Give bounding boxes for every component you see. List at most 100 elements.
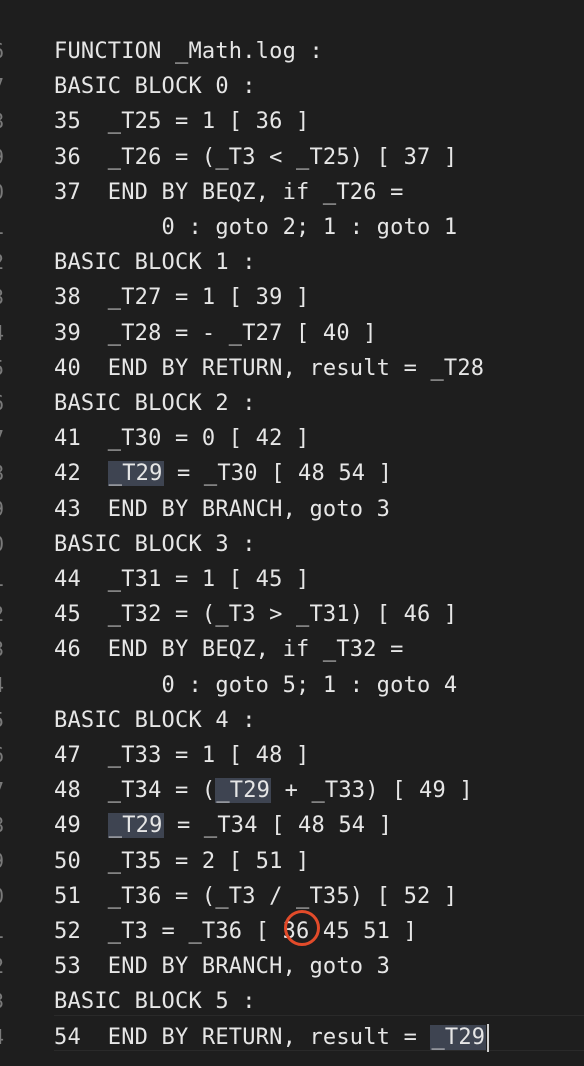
line-number: 0 — [0, 175, 12, 210]
code-line[interactable]: 2 53 END BY BRANCH, goto 3 — [0, 949, 584, 984]
line-number: 9 — [0, 492, 12, 527]
code-line[interactable]: 9 43 END BY BRANCH, goto 3 — [0, 492, 584, 527]
code-text: 37 END BY BEQZ, if _T26 = — [54, 179, 404, 205]
line-number: 1 — [0, 914, 12, 949]
code-segment: + _T33) [ 49 ] — [271, 778, 473, 804]
line-number: 9 — [0, 844, 12, 879]
code-segment: = _T30 [ 48 54 ] — [163, 461, 393, 487]
code-line[interactable]: 7 48 _T34 = (_T29 + _T33) [ 49 ] — [0, 773, 584, 808]
code-text: 42 _T29 = _T30 [ 48 54 ] — [54, 456, 392, 491]
code-text: BASIC BLOCK 0 : — [54, 74, 256, 100]
annotation-circle — [284, 910, 320, 946]
line-number: 3 — [0, 984, 12, 1019]
code-line[interactable]: 5 40 END BY RETURN, result = _T28 — [0, 351, 584, 386]
code-line[interactable]: 8 35 _T25 = 1 [ 36 ] — [0, 104, 584, 139]
code-text: BASIC BLOCK 1 : — [54, 250, 256, 276]
code-line[interactable]: 4 39 _T28 = - _T27 [ 40 ] — [0, 316, 584, 351]
line-number: 8 — [0, 808, 12, 843]
code-text: 36 _T26 = (_T3 < _T25) [ 37 ] — [54, 144, 458, 170]
code-line[interactable]: 6 47 _T33 = 1 [ 48 ] — [0, 738, 584, 773]
code-text: 51 _T36 = (_T3 / _T35) [ 52 ] — [54, 883, 458, 909]
code-text: 38 _T27 = 1 [ 39 ] — [54, 285, 310, 311]
code-text: 41 _T30 = 0 [ 42 ] — [54, 426, 310, 452]
code-text: 35 _T25 = 1 [ 36 ] — [54, 109, 310, 135]
code-line[interactable]: 3 BASIC BLOCK 5 : — [0, 984, 584, 1019]
line-number: 4 — [0, 1020, 12, 1055]
code-text: 47 _T33 = 1 [ 48 ] — [54, 743, 310, 768]
line-number: 0 — [0, 527, 12, 562]
line-number: 5 — [0, 351, 12, 386]
code-line[interactable]: 4 54 END BY RETURN, result = _T29 — [0, 1020, 584, 1055]
line-number: 2 — [0, 245, 12, 280]
line-number: 1 — [0, 562, 12, 597]
code-text: 50 _T35 = 2 [ 51 ] — [54, 848, 310, 874]
code-segment: 42 — [54, 461, 108, 487]
code-line[interactable]: 4 0 : goto 5; 1 : goto 4 — [0, 668, 584, 703]
line-number: 8 — [0, 456, 12, 491]
code-line[interactable]: 7 41 _T30 = 0 [ 42 ] — [0, 421, 584, 456]
code-text: 48 _T34 = (_T29 + _T33) [ 49 ] — [54, 773, 473, 808]
line-number: 1 — [0, 210, 12, 245]
line-number: 9 — [0, 140, 12, 175]
code-text: 0 : goto 5; 1 : goto 4 — [54, 672, 458, 698]
code-line[interactable]: 9 36 _T26 = (_T3 < _T25) [ 37 ] — [0, 140, 584, 175]
code-line[interactable]: 1 0 : goto 2; 1 : goto 1 — [0, 210, 584, 245]
code-text: FUNCTION _Math.log : — [54, 39, 323, 64]
line-number: 7 — [0, 773, 12, 808]
line-number: 3 — [0, 280, 12, 315]
code-segment: 48 _T34 = ( — [54, 778, 216, 804]
line-number: 5 — [0, 703, 12, 738]
code-text: BASIC BLOCK 4 : — [54, 707, 256, 733]
code-text: 43 END BY BRANCH, goto 3 — [54, 496, 391, 522]
code-line[interactable]: 6 FUNCTION _Math.log : — [0, 34, 584, 69]
code-text: BASIC BLOCK 3 : — [54, 531, 256, 557]
code-text: 54 END BY RETURN, result = _T29 — [54, 1020, 490, 1055]
code-line[interactable]: 6 BASIC BLOCK 2 : — [0, 386, 584, 421]
text-cursor — [487, 1023, 490, 1052]
code-text: BASIC BLOCK 2 : — [54, 391, 256, 416]
code-line[interactable]: 2 BASIC BLOCK 1 : — [0, 245, 584, 280]
code-segment: 54 END BY RETURN, result = — [54, 1024, 431, 1050]
code-text: 49 _T29 = _T34 [ 48 54 ] — [54, 808, 392, 843]
line-number: 6 — [0, 34, 12, 69]
line-number: 0 — [0, 879, 12, 914]
line-number: 2 — [0, 597, 12, 632]
code-line[interactable]: 2 45 _T32 = (_T3 > _T31) [ 46 ] — [0, 597, 584, 632]
symbol-highlight[interactable]: _T29 — [107, 813, 164, 839]
code-line[interactable]: 7 BASIC BLOCK 0 : — [0, 69, 584, 104]
line-number: 4 — [0, 668, 12, 703]
symbol-highlight[interactable]: _T29 — [215, 778, 272, 804]
symbol-highlight[interactable]: _T29 — [430, 1024, 487, 1050]
code-line[interactable]: 9 50 _T35 = 2 [ 51 ] — [0, 844, 584, 879]
code-text: 40 END BY RETURN, result = _T28 — [54, 355, 485, 381]
code-text: 46 END BY BEQZ, if _T32 = — [54, 637, 404, 663]
code-line[interactable]: 3 38 _T27 = 1 [ 39 ] — [0, 280, 584, 315]
symbol-highlight[interactable]: _T29 — [107, 461, 164, 487]
line-number: 7 — [0, 421, 12, 456]
line-number: 6 — [0, 386, 12, 421]
code-line[interactable]: 8 49 _T29 = _T34 [ 48 54 ] — [0, 808, 584, 843]
line-number: 7 — [0, 69, 12, 104]
line-number: 4 — [0, 316, 12, 351]
line-number: 8 — [0, 104, 12, 139]
code-line[interactable]: 0 BASIC BLOCK 3 : — [0, 527, 584, 562]
code-text: 0 : goto 2; 1 : goto 1 — [54, 215, 458, 240]
line-number: 2 — [0, 949, 12, 984]
code-line[interactable]: 3 46 END BY BEQZ, if _T32 = — [0, 632, 584, 667]
code-segment: 49 — [54, 813, 108, 839]
code-line[interactable]: 8 42 _T29 = _T30 [ 48 54 ] — [0, 456, 584, 491]
code-text: 44 _T31 = 1 [ 45 ] — [54, 567, 310, 592]
code-text: BASIC BLOCK 5 : — [54, 989, 256, 1015]
code-text: 39 _T28 = - _T27 [ 40 ] — [54, 320, 377, 346]
code-editor[interactable]: 6FUNCTION _Math.log :7BASIC BLOCK 0 :835… — [0, 0, 584, 1066]
code-line[interactable]: 0 37 END BY BEQZ, if _T26 = — [0, 175, 584, 210]
code-line[interactable]: 5 BASIC BLOCK 4 : — [0, 703, 584, 738]
code-text: 53 END BY BRANCH, goto 3 — [54, 954, 391, 980]
line-number: 3 — [0, 632, 12, 667]
code-segment: = _T34 [ 48 54 ] — [163, 813, 393, 839]
code-line[interactable]: 1 44 _T31 = 1 [ 45 ] — [0, 562, 584, 597]
code-line[interactable]: 0 51 _T36 = (_T3 / _T35) [ 52 ] — [0, 879, 584, 914]
line-number: 6 — [0, 738, 12, 773]
code-text: 52 _T3 = _T36 [ 36 45 51 ] — [54, 919, 418, 944]
code-text: 45 _T32 = (_T3 > _T31) [ 46 ] — [54, 602, 458, 628]
